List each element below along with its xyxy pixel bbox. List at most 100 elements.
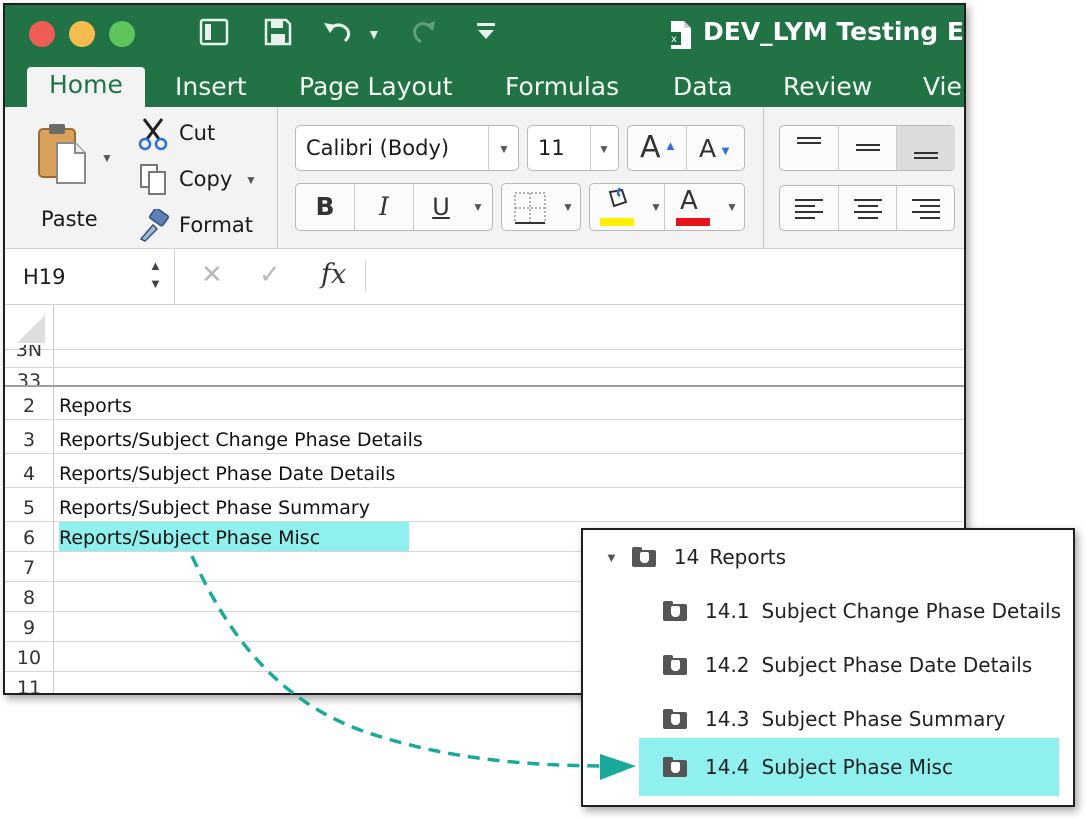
tree-node-label: Subject Change Phase Details	[761, 599, 1061, 623]
row-header-partial: 33	[16, 370, 42, 385]
row-header[interactable]: 10	[5, 647, 53, 669]
cell-a3[interactable]: Reports/Subject Change Phase Details	[59, 429, 423, 451]
font-size-select[interactable]: 11 ▼	[527, 125, 619, 171]
tree-node-number: 14.3	[705, 707, 750, 731]
tree-node[interactable]: 14.2 Subject Phase Date Details	[663, 638, 1032, 692]
tree-node-root[interactable]: ▼ 14 Reports	[605, 530, 786, 584]
undo-icon[interactable]	[321, 17, 355, 55]
cell-a6[interactable]: Reports/Subject Phase Misc	[59, 527, 320, 549]
zoom-window-button[interactable]	[109, 21, 135, 47]
borders-dropdown-icon[interactable]: ▼	[562, 200, 574, 214]
cell-a4[interactable]: Reports/Subject Phase Date Details	[59, 463, 395, 485]
font-color-dropdown-icon[interactable]: ▼	[726, 200, 738, 214]
font-size-value: 11	[538, 136, 565, 160]
enter-formula-button[interactable]: ✓	[259, 259, 281, 290]
fill-color-swatch	[600, 218, 634, 226]
font-color-button[interactable]: A	[666, 184, 718, 230]
ribbon-tab-bar: Home Insert Page Layout Formulas Data Re…	[5, 63, 964, 107]
tree-node-selected[interactable]: 14.4 Subject Phase Misc	[663, 740, 953, 794]
ribbon-home: ▼ Paste Cut Copy ▼ Format Calibri (Body)	[5, 107, 964, 249]
folder-icon	[663, 601, 687, 621]
name-box-value: H19	[23, 265, 66, 289]
tab-review[interactable]: Review	[783, 69, 872, 107]
underline-dropdown-icon[interactable]: ▼	[472, 200, 484, 214]
paste-button[interactable]: ▼ Paste	[31, 121, 117, 233]
formula-input[interactable]	[367, 249, 964, 305]
row-header[interactable]: 8	[5, 587, 53, 609]
tree-node-label: Subject Phase Date Details	[761, 653, 1033, 677]
underline-button[interactable]: U	[414, 184, 468, 230]
name-box-stepper-icon[interactable]: ▲ ▼	[149, 257, 162, 293]
save-icon[interactable]	[263, 17, 293, 55]
copy-button[interactable]: Copy ▼	[137, 163, 267, 199]
horizontal-align-group	[779, 185, 955, 231]
paste-dropdown-icon[interactable]: ▼	[101, 151, 113, 165]
font-style-group: B I U ▼	[295, 183, 493, 231]
decrease-font-size-button[interactable]: A ▼	[687, 126, 745, 170]
folder-icon	[663, 655, 687, 675]
bold-button[interactable]: B	[296, 184, 354, 230]
tab-insert[interactable]: Insert	[175, 69, 247, 107]
vertical-align-group	[779, 125, 955, 171]
expand-caret-icon[interactable]: ▼	[605, 550, 618, 565]
undo-dropdown-icon[interactable]: ▼	[367, 17, 381, 51]
paint-bucket-icon	[602, 186, 632, 221]
tree-node[interactable]: 14.1 Subject Change Phase Details	[663, 584, 1061, 638]
cell-a5[interactable]: Reports/Subject Phase Summary	[59, 497, 370, 519]
fill-color-button[interactable]	[590, 184, 642, 230]
tree-node-number: 14	[673, 545, 700, 569]
select-all-corner[interactable]	[5, 305, 53, 349]
italic-button[interactable]: I	[355, 184, 413, 230]
tab-data[interactable]: Data	[673, 69, 733, 107]
clipboard-icon	[35, 121, 89, 190]
ribbon-divider	[763, 107, 764, 248]
align-center-button[interactable]	[838, 186, 896, 230]
fill-color-dropdown-icon[interactable]: ▼	[650, 200, 662, 214]
tab-page-layout[interactable]: Page Layout	[299, 69, 452, 107]
close-window-button[interactable]	[29, 21, 55, 47]
row-header[interactable]: 5	[5, 497, 53, 519]
font-size-step-group: A ▲ A ▼	[627, 125, 745, 171]
title-bar: ▼ x DEV_LYM Testing Ex	[5, 5, 964, 63]
tree-node-number: 14.4	[705, 755, 750, 779]
font-color-icon: A	[680, 186, 698, 216]
format-label: Format	[179, 213, 254, 237]
row-header[interactable]: 2	[5, 395, 53, 417]
cut-button[interactable]: Cut	[137, 117, 257, 153]
align-bottom-button[interactable]	[896, 126, 955, 170]
name-box[interactable]: H19 ▲ ▼	[5, 249, 175, 305]
minimize-window-button[interactable]	[69, 21, 95, 47]
align-middle-button[interactable]	[838, 126, 896, 170]
row-header[interactable]: 9	[5, 617, 53, 639]
increase-font-size-button[interactable]: A ▲	[628, 126, 686, 170]
sidebar-toggle-icon[interactable]	[199, 17, 229, 55]
copy-dropdown-icon[interactable]: ▼	[245, 173, 257, 187]
align-top-button[interactable]	[780, 126, 838, 170]
tab-formulas[interactable]: Formulas	[505, 69, 619, 107]
tab-view[interactable]: Vie	[923, 69, 962, 107]
format-painter-button[interactable]: Format	[137, 207, 267, 245]
font-name-dropdown-icon: ▼	[498, 142, 510, 156]
row-header[interactable]: 6	[5, 527, 53, 549]
font-name-select[interactable]: Calibri (Body) ▼	[295, 125, 519, 171]
row-header[interactable]: 4	[5, 463, 53, 485]
paste-label: Paste	[41, 207, 98, 231]
cut-label: Cut	[179, 121, 216, 145]
row-header[interactable]: 7	[5, 557, 53, 579]
tree-node-label: Reports	[709, 545, 787, 569]
cancel-formula-button[interactable]: ✕	[201, 259, 223, 290]
tab-home[interactable]: Home	[27, 67, 145, 107]
triangle-down-icon: ▼	[719, 143, 732, 158]
copy-label: Copy	[179, 167, 233, 191]
customize-toolbar-icon[interactable]	[473, 17, 499, 55]
font-name-value: Calibri (Body)	[306, 136, 450, 160]
report-tree-panel: ▼ 14 Reports 14.1 Subject Change Phase D…	[581, 528, 1075, 807]
borders-icon[interactable]	[512, 190, 548, 231]
cell-a2[interactable]: Reports	[59, 395, 132, 417]
insert-function-button[interactable]: fx	[321, 259, 346, 290]
row-header[interactable]: 11	[5, 677, 53, 693]
row-header[interactable]: 3	[5, 429, 53, 451]
align-right-button[interactable]	[896, 186, 955, 230]
align-left-button[interactable]	[780, 186, 838, 230]
redo-icon[interactable]	[409, 17, 439, 55]
